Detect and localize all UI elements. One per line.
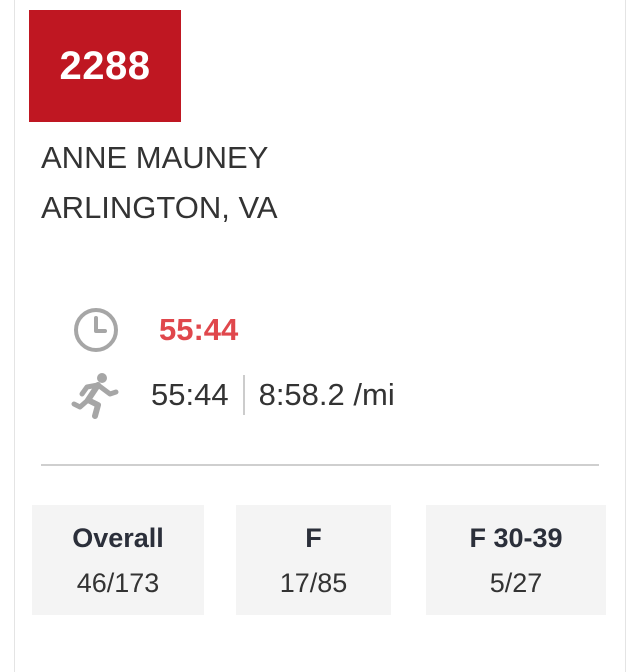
runner-location: ARLINGTON, VA (41, 190, 278, 225)
pace: 8:58.2 /mi (258, 377, 395, 412)
runner-icon (71, 370, 121, 420)
overall-place-box: Overall 46/173 (32, 505, 204, 615)
place-label: Overall (72, 523, 164, 553)
gender-place-box: F 17/85 (236, 505, 391, 615)
place-value: 5/27 (489, 568, 543, 598)
chip-time: 55:44 (151, 377, 229, 412)
place-label: F (305, 523, 322, 553)
runner-name: ANNE MAUNEY (41, 140, 269, 175)
separator (242, 375, 245, 415)
gun-time: 55:44 (159, 312, 239, 347)
place-label: F 30-39 (469, 523, 563, 553)
gun-time-row: 55:44 (71, 305, 238, 355)
bib-number: 2288 (29, 10, 181, 122)
chip-time-row: 55:44 8:58.2 /mi (71, 370, 395, 420)
result-card: 2288 ANNE MAUNEY ARLINGTON, VA 55:44 55:… (14, 0, 626, 672)
place-value: 17/85 (279, 568, 348, 598)
place-value: 46/173 (76, 568, 160, 598)
clock-icon (71, 305, 121, 355)
divider (41, 464, 599, 466)
age-group-place-box: F 30-39 5/27 (426, 505, 606, 615)
